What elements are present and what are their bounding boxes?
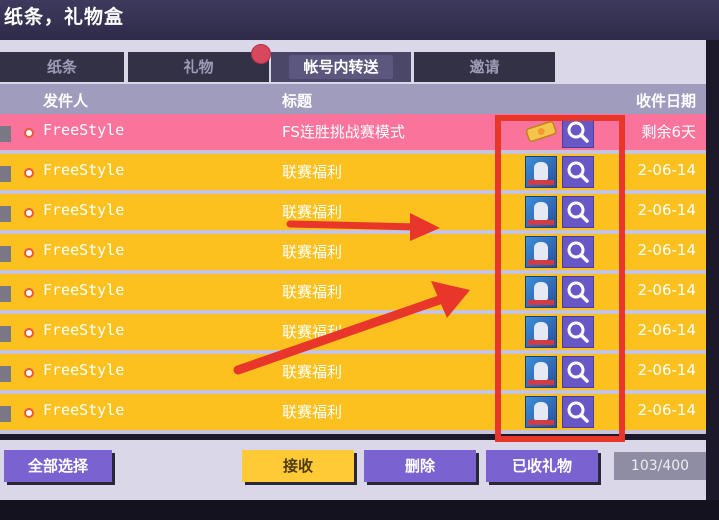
row-date: 2-06-14 bbox=[637, 281, 696, 299]
delete-button[interactable]: 删除 bbox=[364, 450, 476, 482]
tab-notes-label: 纸条 bbox=[46, 58, 77, 76]
column-sender: 发件人 bbox=[43, 92, 89, 110]
search-icon[interactable] bbox=[562, 396, 594, 428]
row-sender: FreeStyle bbox=[43, 241, 125, 259]
row-sender: FreeStyle bbox=[43, 401, 125, 419]
row-checkbox[interactable] bbox=[0, 406, 11, 422]
row-date: 2-06-14 bbox=[637, 161, 696, 179]
table-row[interactable]: FreeStyle 联赛福利 2-06-14 bbox=[0, 354, 706, 394]
character-card-icon bbox=[525, 396, 557, 428]
mail-count: 103/400 bbox=[614, 452, 706, 480]
row-sender: FreeStyle bbox=[43, 361, 125, 379]
row-sender: FreeStyle bbox=[43, 281, 125, 299]
received-gifts-button[interactable]: 已收礼物 bbox=[486, 450, 598, 482]
receive-button[interactable]: 接收 bbox=[242, 450, 354, 482]
row-subject: 联赛福利 bbox=[282, 203, 343, 221]
window-title: 纸条，礼物盒 bbox=[4, 6, 125, 28]
table-row[interactable]: FreeStyle 联赛福利 2-06-14 bbox=[0, 274, 706, 314]
table-row[interactable]: FreeStyle 联赛福利 2-06-14 bbox=[0, 314, 706, 354]
column-date: 收件日期 bbox=[635, 92, 696, 110]
row-checkbox[interactable] bbox=[0, 246, 11, 262]
tab-account-transfer-label: 帐号内转送 bbox=[289, 55, 393, 79]
search-icon[interactable] bbox=[562, 316, 594, 348]
character-card-icon bbox=[525, 196, 557, 228]
row-subject: 联赛福利 bbox=[282, 163, 343, 181]
search-icon[interactable] bbox=[562, 276, 594, 308]
table-row[interactable]: FreeStyle 联赛福利 2-06-14 bbox=[0, 394, 706, 434]
tab-invite-label: 邀请 bbox=[469, 58, 500, 76]
row-date: 2-06-14 bbox=[637, 361, 696, 379]
tab-gifts-label: 礼物 bbox=[183, 58, 214, 76]
table-row[interactable]: FreeStyle 联赛福利 2-06-14 bbox=[0, 154, 706, 194]
row-sender: FreeStyle bbox=[43, 321, 125, 339]
tab-account-transfer[interactable]: 帐号内转送 bbox=[271, 52, 411, 82]
search-icon[interactable] bbox=[562, 356, 594, 388]
row-checkbox[interactable] bbox=[0, 286, 11, 302]
row-subject: 联赛福利 bbox=[282, 403, 343, 421]
row-sender: FreeStyle bbox=[43, 121, 125, 139]
row-date: 2-06-14 bbox=[637, 321, 696, 339]
character-card-icon bbox=[525, 316, 557, 348]
bottom-strip bbox=[0, 500, 719, 520]
new-mail-icon bbox=[24, 128, 34, 138]
search-icon[interactable] bbox=[562, 236, 594, 268]
action-bar: 全部选择 接收 删除 已收礼物 103/400 bbox=[0, 440, 706, 500]
tab-notes[interactable]: 纸条 bbox=[0, 52, 124, 82]
row-date: 2-06-14 bbox=[637, 241, 696, 259]
table-header: 发件人 标题 收件日期 bbox=[0, 84, 706, 114]
row-subject: 联赛福利 bbox=[282, 283, 343, 301]
new-mail-icon bbox=[24, 248, 34, 258]
search-icon[interactable] bbox=[562, 196, 594, 228]
new-mail-icon bbox=[24, 408, 34, 418]
row-subject: FS连胜挑战赛模式 bbox=[282, 123, 405, 141]
new-mail-icon bbox=[24, 328, 34, 338]
row-checkbox[interactable] bbox=[0, 166, 11, 182]
table-row[interactable]: FreeStyle FS连胜挑战赛模式 剩余6天 bbox=[0, 114, 706, 154]
column-subject: 标题 bbox=[282, 92, 313, 110]
character-card-icon bbox=[525, 236, 557, 268]
ticket-icon bbox=[525, 120, 557, 142]
row-sender: FreeStyle bbox=[43, 201, 125, 219]
new-mail-icon bbox=[24, 168, 34, 178]
search-icon[interactable] bbox=[562, 116, 594, 148]
notification-badge bbox=[251, 44, 271, 64]
tab-invite[interactable]: 邀请 bbox=[414, 52, 555, 82]
row-sender: FreeStyle bbox=[43, 161, 125, 179]
tab-bar: 纸条 礼物 帐号内转送 邀请 bbox=[0, 40, 706, 84]
new-mail-icon bbox=[24, 288, 34, 298]
tab-gifts[interactable]: 礼物 bbox=[128, 52, 269, 82]
row-checkbox[interactable] bbox=[0, 206, 11, 222]
row-checkbox[interactable] bbox=[0, 126, 11, 142]
row-subject: 联赛福利 bbox=[282, 323, 343, 341]
character-card-icon bbox=[525, 356, 557, 388]
row-checkbox[interactable] bbox=[0, 366, 11, 382]
row-date: 2-06-14 bbox=[637, 201, 696, 219]
table-row[interactable]: FreeStyle 联赛福利 2-06-14 bbox=[0, 194, 706, 234]
table-row[interactable]: FreeStyle 联赛福利 2-06-14 bbox=[0, 234, 706, 274]
select-all-button[interactable]: 全部选择 bbox=[4, 450, 112, 482]
window-titlebar: 纸条，礼物盒 bbox=[0, 0, 719, 40]
row-checkbox[interactable] bbox=[0, 326, 11, 342]
search-icon[interactable] bbox=[562, 156, 594, 188]
new-mail-icon bbox=[24, 208, 34, 218]
row-subject: 联赛福利 bbox=[282, 243, 343, 261]
row-date: 剩余6天 bbox=[641, 123, 696, 141]
row-subject: 联赛福利 bbox=[282, 363, 343, 381]
character-card-icon bbox=[525, 276, 557, 308]
character-card-icon bbox=[525, 156, 557, 188]
row-date: 2-06-14 bbox=[637, 401, 696, 419]
new-mail-icon bbox=[24, 368, 34, 378]
